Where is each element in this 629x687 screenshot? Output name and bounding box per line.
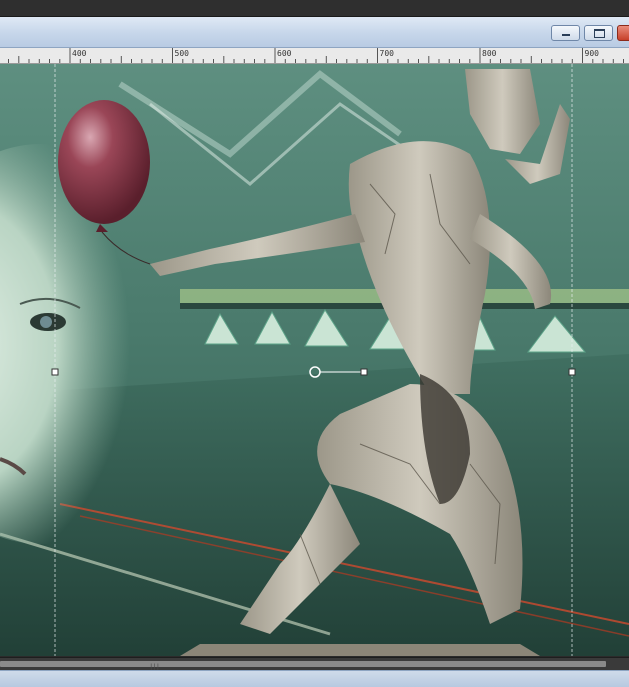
ruler-label: 800 — [482, 49, 497, 58]
transform-handle-right[interactable] — [568, 368, 576, 376]
horizontal-ruler: 400 500 600 700 800 900 — [0, 48, 629, 64]
rotation-handle[interactable] — [360, 368, 368, 376]
ruler-label: 700 — [380, 49, 395, 58]
scrollbar-thumb[interactable]: ||| — [0, 661, 606, 671]
ruler-ticks: 400 500 600 700 800 900 — [8, 48, 624, 63]
balloon — [58, 100, 150, 224]
transform-handle-left[interactable] — [51, 368, 59, 376]
status-bar — [0, 670, 629, 687]
ruler-label: 900 — [585, 49, 600, 58]
minimize-button[interactable] — [551, 25, 580, 41]
maximize-button[interactable] — [584, 25, 613, 41]
image-canvas[interactable] — [0, 64, 629, 656]
document-window-titlebar — [0, 17, 629, 48]
app-top-strip — [0, 0, 629, 17]
iris — [40, 316, 52, 328]
artwork — [0, 64, 629, 656]
horizontal-scrollbar[interactable]: ||| — [0, 657, 629, 671]
close-button[interactable] — [617, 25, 629, 41]
ruler-label: 600 — [277, 49, 292, 58]
ruler-label: 500 — [175, 49, 190, 58]
ruler-label: 400 — [72, 49, 87, 58]
